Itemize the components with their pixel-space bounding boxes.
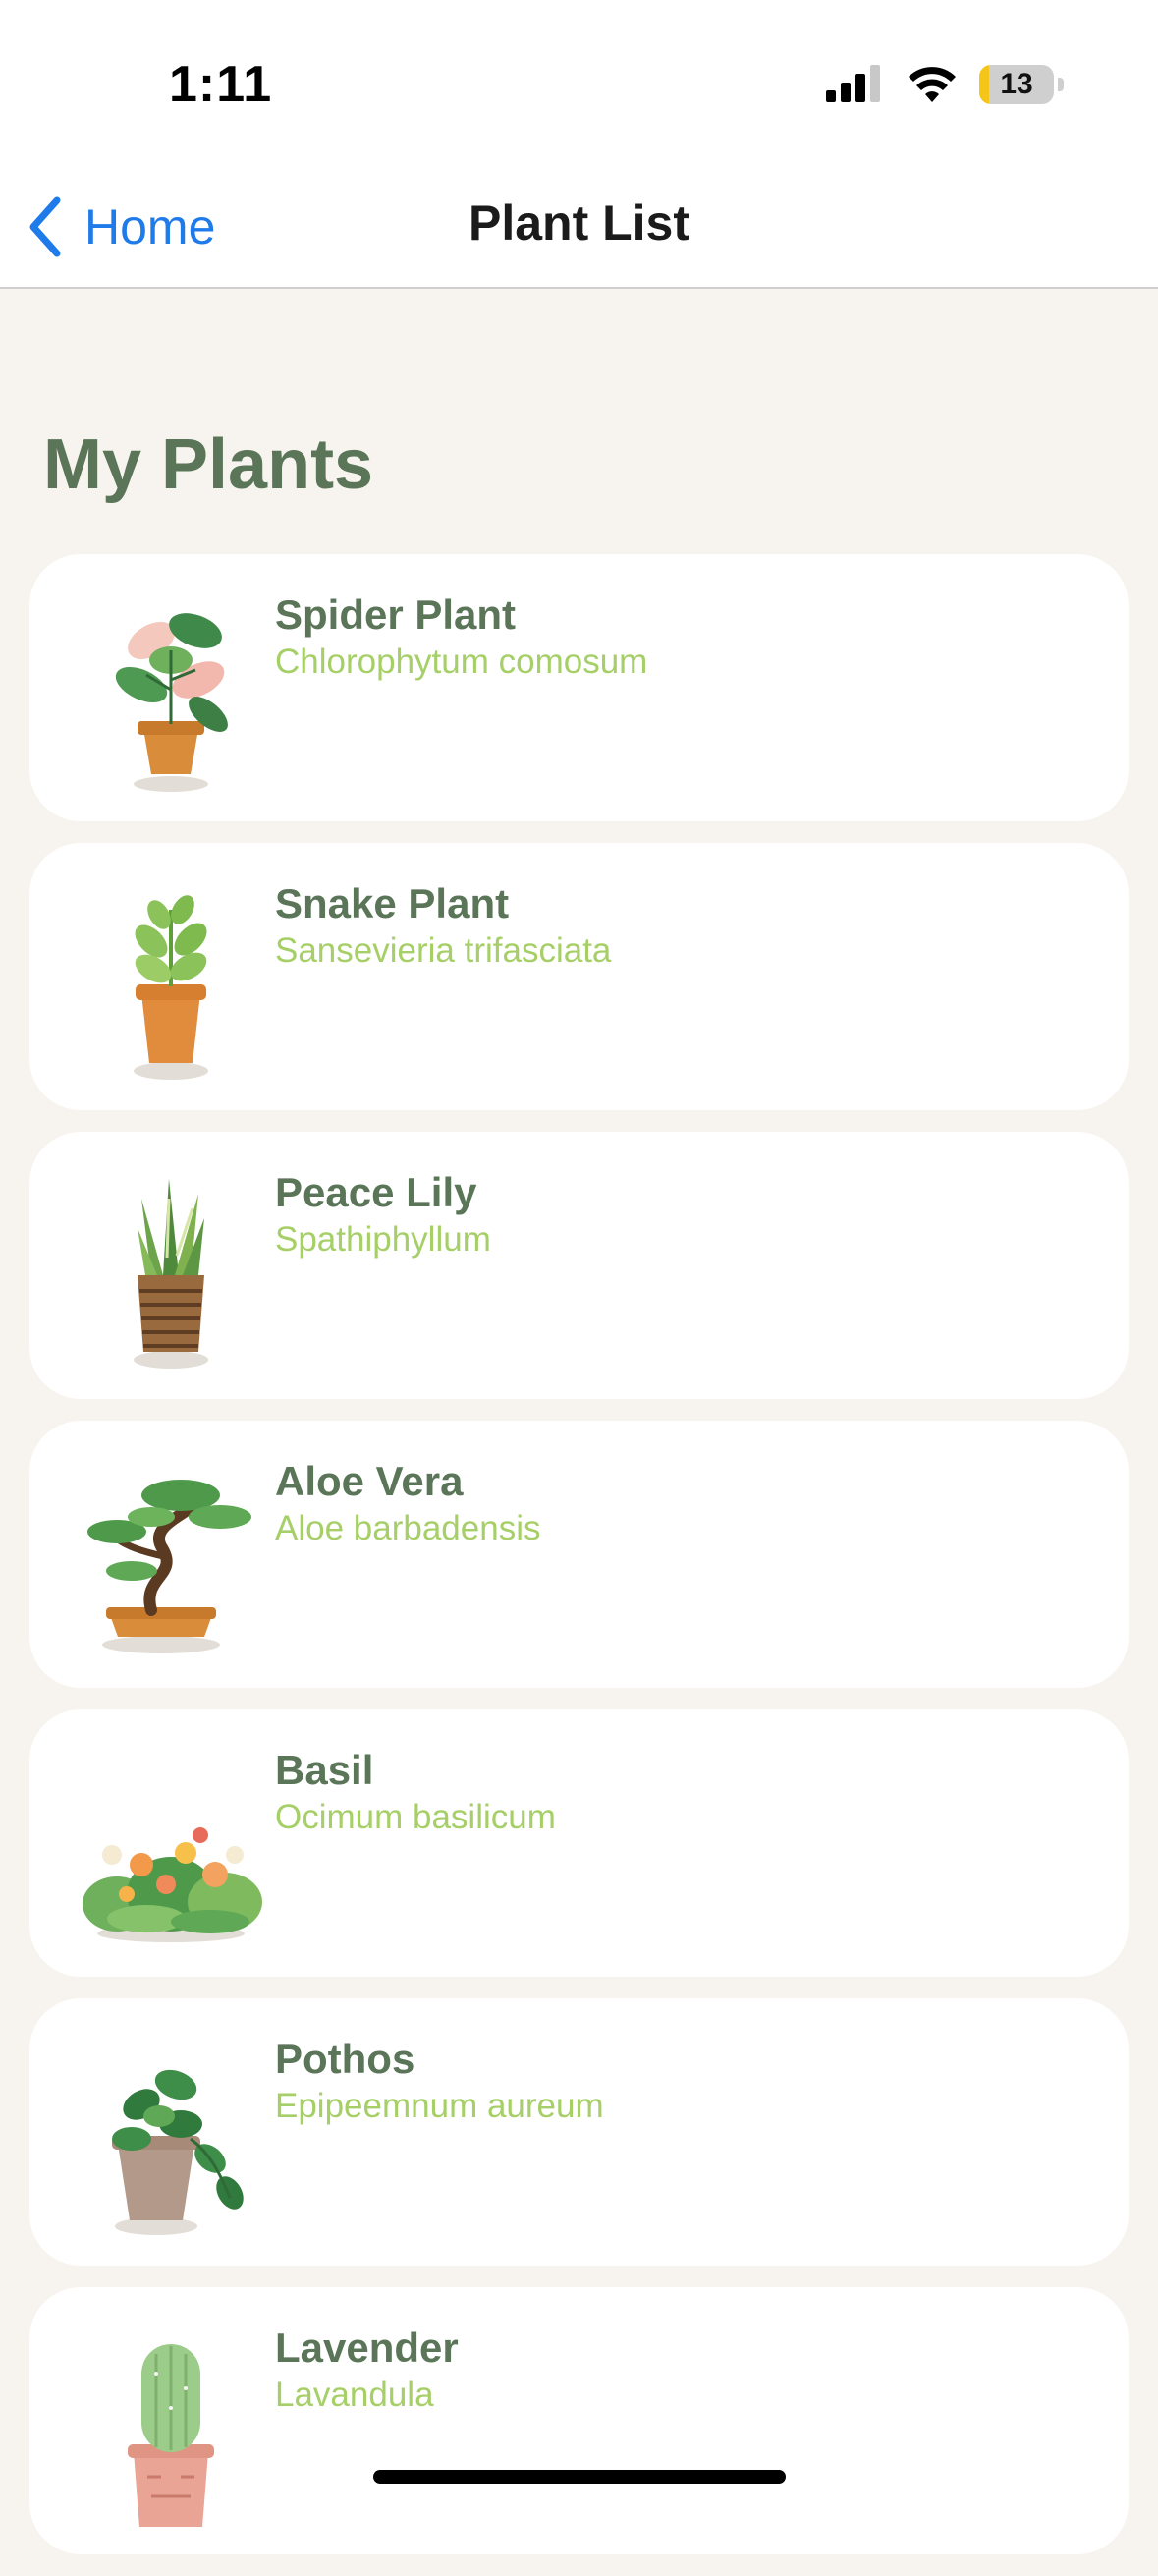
plant-scientific-name: Ocimum basilicum	[275, 1798, 556, 1836]
navigation-bar: Home Plant List	[0, 167, 1158, 289]
status-bar: 1:11 13	[0, 0, 1158, 167]
snake-plant-icon	[134, 1179, 208, 1369]
battery-cap	[1058, 78, 1064, 91]
status-time: 1:11	[169, 56, 273, 113]
nav-title: Plant List	[468, 196, 690, 251]
plant-card[interactable]: Peace Lily Spathiphyllum	[29, 1132, 1129, 1399]
page-title: My Plants	[43, 425, 374, 504]
plant-name: Spider Plant	[275, 591, 517, 638]
plant-card[interactable]: Lavender Lavandula	[29, 2287, 1129, 2554]
plant-name: Lavender	[275, 2324, 459, 2371]
plant-scientific-name: Chlorophytum comosum	[275, 643, 648, 681]
plant-name: Basil	[275, 1747, 374, 1793]
plant-scientific-name: Epipeemnum aureum	[275, 2087, 604, 2125]
sprout-pot-icon	[134, 895, 208, 1080]
pothos-icon	[112, 2069, 244, 2235]
plant-card[interactable]: Snake Plant Sansevieria trifasciata	[29, 843, 1129, 1110]
battery-icon: 13	[979, 65, 1054, 104]
plant-card[interactable]: Basil Ocimum basilicum	[29, 1709, 1129, 1977]
cactus-icon	[128, 2344, 214, 2527]
plant-name: Aloe Vera	[275, 1458, 464, 1504]
plant-scientific-name: Lavandula	[275, 2376, 434, 2414]
cellular-signal-icon	[826, 65, 880, 102]
wifi-icon	[909, 67, 956, 102]
home-indicator[interactable]	[373, 2470, 786, 2484]
variegated-plant-icon	[115, 613, 228, 792]
plant-scientific-name: Aloe barbadensis	[275, 1509, 541, 1547]
status-icons: 13	[826, 61, 1064, 108]
plant-name: Snake Plant	[275, 880, 510, 926]
flower-bush-icon	[83, 1827, 262, 1942]
plant-scientific-name: Spathiphyllum	[275, 1220, 491, 1259]
plant-card[interactable]: Aloe Vera Aloe barbadensis	[29, 1421, 1129, 1688]
plant-card[interactable]: Pothos Epipeemnum aureum	[29, 1998, 1129, 2266]
plant-name: Pothos	[275, 2036, 415, 2082]
bonsai-icon	[87, 1480, 251, 1653]
plant-scientific-name: Sansevieria trifasciata	[275, 931, 612, 970]
battery-level: 13	[1000, 68, 1033, 100]
plant-name: Peace Lily	[275, 1169, 477, 1215]
plant-card[interactable]: Spider Plant Chlorophytum comosum	[29, 554, 1129, 821]
plant-list: Spider Plant Chlorophytum comosum Snake …	[29, 554, 1129, 2576]
